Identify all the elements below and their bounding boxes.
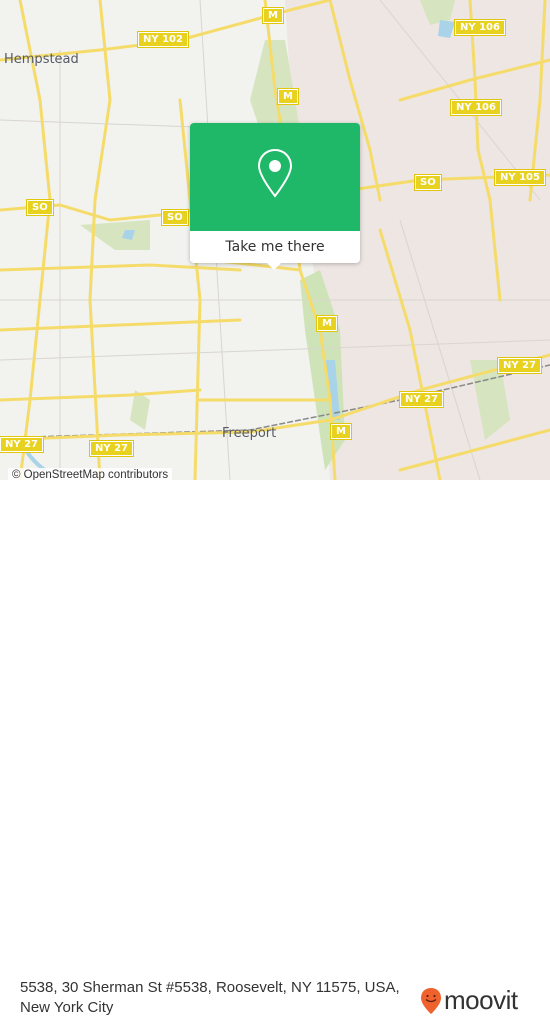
- place-label-hempstead: Hempstead: [4, 52, 79, 67]
- route-shield-ny106: NY 106: [450, 99, 502, 116]
- route-shield-ny106: NY 106: [454, 19, 506, 36]
- address-text: 5538, 30 Sherman St #5538, Roosevelt, NY…: [20, 979, 400, 1016]
- location-popup: Take me there: [190, 123, 360, 270]
- route-shield-m: M: [330, 423, 352, 440]
- route-shield-so: SO: [26, 199, 54, 216]
- route-shield-ny27: NY 27: [398, 391, 445, 408]
- place-label-freeport: Freeport: [222, 426, 277, 441]
- popup-tail: [266, 262, 282, 270]
- map-pin-icon: [257, 148, 293, 198]
- take-me-there-button[interactable]: Take me there: [190, 231, 360, 263]
- map-attribution[interactable]: © OpenStreetMap contributors: [8, 468, 173, 480]
- route-shield-m: M: [262, 7, 284, 24]
- route-shield-m: M: [277, 88, 299, 105]
- moovit-pin-icon: [421, 987, 441, 1014]
- route-shield-ny27: NY 27: [88, 440, 135, 457]
- map[interactable]: Hempstead Freeport NY 102 NY 106 NY 106 …: [0, 0, 550, 480]
- route-shield-ny105: NY 105: [494, 169, 546, 186]
- route-shield-ny102: NY 102: [137, 31, 189, 48]
- footer: 5538, 30 Sherman St #5538, Roosevelt, NY…: [0, 480, 550, 1016]
- route-shield-so: SO: [414, 174, 442, 191]
- route-shield-m: M: [316, 315, 338, 332]
- route-shield-ny27: NY 27: [496, 357, 543, 374]
- moovit-wordmark: moovit: [444, 985, 518, 1015]
- route-shield-ny27: NY 27: [0, 436, 45, 453]
- popup-header: [190, 123, 360, 231]
- moovit-logo: moovit: [420, 985, 518, 1016]
- route-shield-so: SO: [161, 209, 189, 226]
